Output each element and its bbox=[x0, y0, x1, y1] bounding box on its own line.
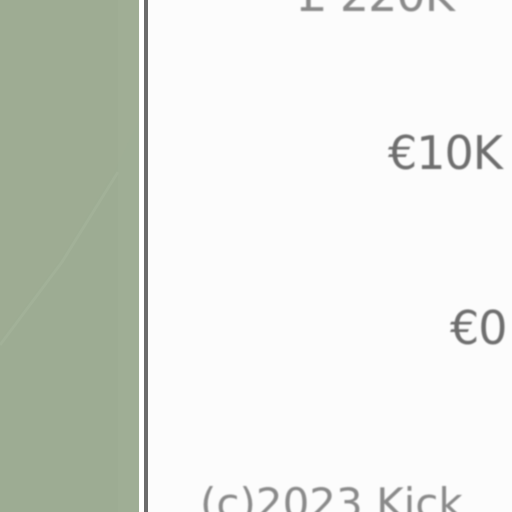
copyright-footer: (c)2023 Kick bbox=[200, 479, 463, 512]
chart-panel: £ 220K €10K €0 (c)2023 Kick bbox=[148, 0, 512, 512]
y-axis-tick-mid: €10K bbox=[388, 126, 503, 180]
y-axis-tick-top: £ 220K bbox=[298, 0, 455, 18]
side-panel bbox=[0, 0, 139, 512]
y-axis-tick-low: €0 bbox=[450, 301, 508, 355]
app-screen: £ 220K €10K €0 (c)2023 Kick bbox=[0, 0, 512, 512]
side-panel-fill bbox=[0, 0, 139, 512]
